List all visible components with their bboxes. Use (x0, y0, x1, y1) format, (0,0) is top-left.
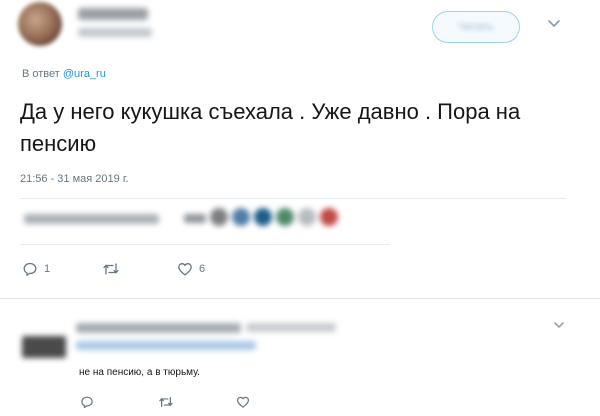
follow-button[interactable]: Читать (432, 11, 520, 43)
reply-retweet-action[interactable] (158, 395, 174, 409)
retweet-icon (103, 263, 119, 275)
reply-to-line-blurred[interactable] (76, 341, 256, 350)
reply-author-name-blurred[interactable] (76, 323, 241, 333)
reply-action[interactable]: 1 (22, 261, 50, 277)
tweet-timestamp[interactable]: 21:56 - 31 мая 2019 г. (20, 173, 129, 185)
like-count: 6 (199, 263, 206, 275)
liker-avatar[interactable] (276, 208, 294, 226)
liker-avatar[interactable] (232, 208, 250, 226)
author-name-blurred[interactable] (78, 8, 148, 20)
retweet-action[interactable] (102, 261, 126, 277)
reply-to-prefix: В ответ (22, 68, 63, 80)
divider (20, 244, 390, 245)
liker-avatar[interactable] (298, 208, 316, 226)
heart-icon (178, 263, 192, 276)
likers-avatars[interactable] (210, 208, 338, 226)
like-action[interactable]: 6 (177, 261, 205, 277)
liker-avatar[interactable] (254, 208, 272, 226)
heart-icon (236, 396, 250, 408)
liker-avatar[interactable] (210, 208, 228, 226)
liker-avatar[interactable] (320, 208, 338, 226)
retweet-count-blurred[interactable] (24, 214, 159, 224)
reply-to-line: В ответ @ura_ru (22, 68, 106, 80)
reply-reply-action[interactable] (80, 395, 94, 409)
author-handle-blurred[interactable] (78, 28, 152, 37)
reply-to-handle-link[interactable]: @ura_ru (63, 68, 106, 80)
reply-author-meta-blurred[interactable] (246, 323, 336, 332)
chevron-down-icon[interactable] (546, 16, 562, 32)
divider (20, 198, 566, 199)
reply-count: 1 (44, 263, 51, 275)
divider (0, 298, 600, 299)
like-count-blurred[interactable] (184, 214, 206, 223)
retweet-icon (159, 397, 173, 407)
reply-icon (81, 396, 93, 409)
reply-text: не на пенсию, а в тюрьму. (79, 367, 200, 378)
reply-author-avatar-blurred[interactable] (22, 336, 66, 358)
reply-icon (23, 262, 37, 276)
tweet-text: Да у него кукушка съехала . Уже давно . … (20, 99, 521, 156)
author-avatar[interactable] (18, 2, 62, 46)
reply-like-action[interactable] (236, 395, 250, 409)
chevron-down-icon[interactable] (552, 318, 566, 332)
follow-button-label-blurred: Читать (458, 21, 494, 33)
